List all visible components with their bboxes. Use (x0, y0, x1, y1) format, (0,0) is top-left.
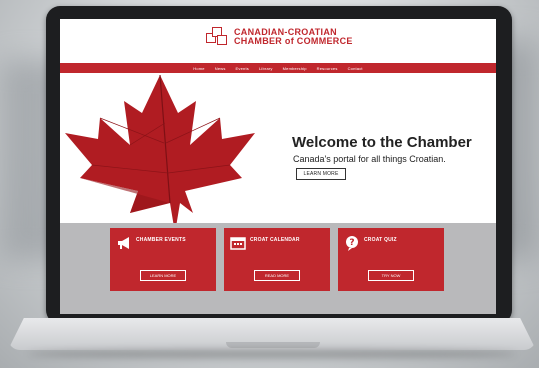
card-read-more-button[interactable]: READ MORE (254, 270, 300, 281)
hero-section: Welcome to the Chamber Canada's portal f… (60, 73, 496, 223)
card-learn-more-button[interactable]: LEARN MORE (140, 270, 186, 281)
card-title: CROAT CALENDAR (250, 237, 300, 243)
site-logo[interactable]: CANADIAN-CROATIAN CHAMBER of COMMERCE (206, 27, 353, 47)
nav-item-events[interactable]: Events (236, 66, 249, 71)
svg-text:?: ? (349, 238, 354, 248)
megaphone-icon (118, 237, 129, 249)
hero-learn-more-button[interactable]: LEARN MORE (296, 168, 346, 180)
laptop-base (8, 318, 536, 358)
laptop-shadow (28, 350, 516, 358)
nav-item-news[interactable]: News (215, 66, 226, 71)
card-try-now-button[interactable]: TRY NOW (368, 270, 414, 281)
card-croat-calendar[interactable]: CROAT CALENDAR READ MORE (224, 228, 330, 291)
hero-title: Welcome to the Chamber (292, 134, 472, 151)
main-nav: Home News Events Library Membership Reso… (60, 63, 496, 73)
site-header: CANADIAN-CROATIAN CHAMBER of COMMERCE (60, 19, 496, 63)
feature-cards: CHAMBER EVENTS LEARN MORE CROAT CALENDAR… (60, 223, 496, 314)
laptop-notch (226, 342, 320, 348)
hero-subtitle: Canada's portal for all things Croatian. (293, 154, 446, 164)
nav-item-home[interactable]: Home (193, 66, 204, 71)
card-title: CHAMBER EVENTS (136, 237, 186, 243)
nav-item-membership[interactable]: Membership (283, 66, 307, 71)
nav-item-library[interactable]: Library (259, 66, 273, 71)
card-chamber-events[interactable]: CHAMBER EVENTS LEARN MORE (110, 228, 216, 291)
laptop-screen: CANADIAN-CROATIAN CHAMBER of COMMERCE Ho… (60, 19, 496, 314)
card-title: CROAT QUIZ (364, 237, 397, 243)
logo-line-2: CHAMBER of COMMERCE (234, 36, 353, 46)
question-icon: ? (346, 236, 358, 251)
nav-item-resources[interactable]: Resources (317, 66, 338, 71)
card-croat-quiz[interactable]: ? CROAT QUIZ TRY NOW (338, 228, 444, 291)
calendar-icon (230, 237, 246, 250)
nav-item-contact[interactable]: Contact (348, 66, 363, 71)
maple-leaf-image (65, 74, 255, 223)
logo-mark-icon (206, 27, 228, 47)
logo-text: CANADIAN-CROATIAN CHAMBER of COMMERCE (234, 27, 353, 47)
